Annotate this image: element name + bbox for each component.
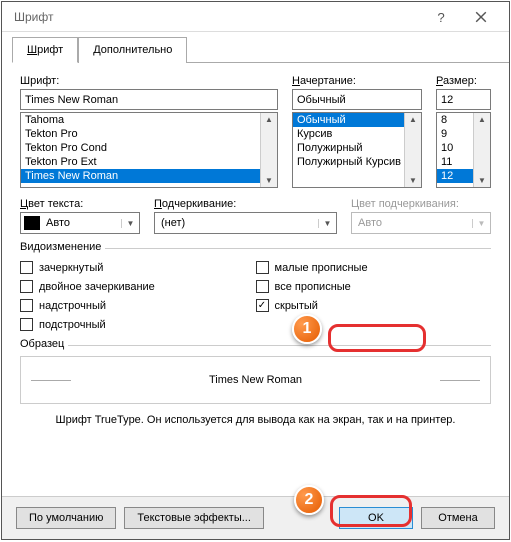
footer: По умолчанию Текстовые эффекты... OK Отм… — [2, 496, 509, 539]
sample-title: Образец — [20, 338, 68, 350]
close-button[interactable] — [461, 3, 501, 31]
checkbox-strikethrough[interactable]: зачеркнутый — [20, 261, 256, 274]
color-label: Цвет текста: — [20, 198, 140, 210]
font-label: Шрифт: — [20, 75, 278, 87]
size-label: Размер: — [436, 75, 491, 87]
checkbox-allcaps[interactable]: все прописные — [256, 280, 492, 293]
effects-title: Видоизменение — [20, 241, 105, 253]
checkbox-smallcaps[interactable]: малые прописные — [256, 261, 492, 274]
list-item[interactable]: 12 — [437, 169, 473, 183]
tab-font[interactable]: Шрифт — [12, 37, 78, 63]
size-listbox[interactable]: 8 9 10 11 12 ▲▼ — [436, 112, 491, 188]
size-input[interactable] — [436, 89, 491, 110]
style-input[interactable] — [292, 89, 422, 110]
scrollbar[interactable]: ▲▼ — [473, 113, 490, 187]
scrollbar[interactable]: ▲▼ — [260, 113, 277, 187]
underline-color-label: Цвет подчеркивания: — [351, 198, 491, 210]
style-label: Начертание: — [292, 75, 422, 87]
checkbox-superscript[interactable]: надстрочный — [20, 299, 256, 312]
color-combo[interactable]: Авто▼ — [20, 212, 140, 234]
underline-color-combo: Авто▼ — [351, 212, 491, 234]
tab-bar: Шрифт Дополнительно — [12, 36, 509, 63]
ok-button[interactable]: OK — [339, 507, 413, 529]
list-item[interactable]: Tahoma — [21, 113, 260, 127]
checkbox-double-strikethrough[interactable]: двойное зачеркивание — [20, 280, 256, 293]
underline-label: Подчеркивание: — [154, 198, 337, 210]
list-item[interactable]: Полужирный Курсив — [293, 155, 404, 169]
underline-combo[interactable]: (нет)▼ — [154, 212, 337, 234]
font-input[interactable] — [20, 89, 278, 110]
scrollbar[interactable]: ▲▼ — [404, 113, 421, 187]
list-item[interactable]: Обычный — [293, 113, 404, 127]
list-item[interactable]: Курсив — [293, 127, 404, 141]
default-button[interactable]: По умолчанию — [16, 507, 116, 529]
style-listbox[interactable]: Обычный Курсив Полужирный Полужирный Кур… — [292, 112, 422, 188]
checkbox-subscript[interactable]: подстрочный — [20, 318, 256, 331]
font-description: Шрифт TrueType. Он используется для выво… — [20, 414, 491, 426]
color-swatch — [24, 216, 40, 230]
sample-preview: Times New Roman — [20, 356, 491, 404]
list-item[interactable]: Times New Roman — [21, 169, 260, 183]
text-effects-button[interactable]: Текстовые эффекты... — [124, 507, 264, 529]
font-listbox[interactable]: Tahoma Tekton Pro Tekton Pro Cond Tekton… — [20, 112, 278, 188]
list-item[interactable]: Tekton Pro Cond — [21, 141, 260, 155]
list-item[interactable]: 10 — [437, 141, 473, 155]
svg-text:?: ? — [437, 11, 444, 23]
tab-advanced[interactable]: Дополнительно — [78, 37, 187, 63]
list-item[interactable]: 9 — [437, 127, 473, 141]
list-item[interactable]: 8 — [437, 113, 473, 127]
titlebar: Шрифт ? — [2, 2, 509, 32]
list-item[interactable]: Полужирный — [293, 141, 404, 155]
help-button[interactable]: ? — [421, 3, 461, 31]
window-title: Шрифт — [14, 10, 421, 24]
list-item[interactable]: Tekton Pro Ext — [21, 155, 260, 169]
list-item[interactable]: 11 — [437, 155, 473, 169]
cancel-button[interactable]: Отмена — [421, 507, 495, 529]
checkbox-hidden[interactable]: ✓скрытый — [256, 299, 492, 312]
list-item[interactable]: Tekton Pro — [21, 127, 260, 141]
